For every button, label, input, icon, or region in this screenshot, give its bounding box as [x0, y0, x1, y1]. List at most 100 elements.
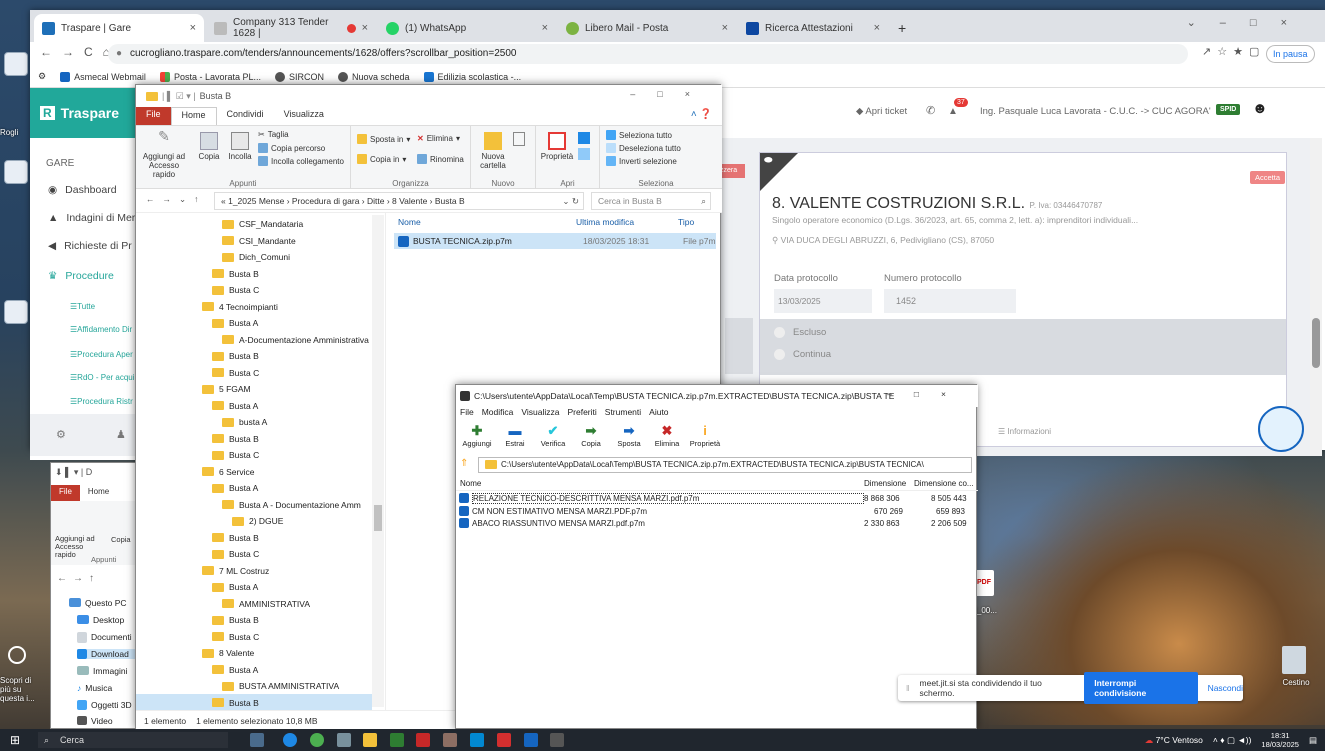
folder-tree-item[interactable]: Busta A — [136, 314, 372, 332]
rename-button[interactable]: Rinomina — [417, 154, 464, 164]
folder-tree-item[interactable]: Busta B — [136, 347, 372, 365]
scrollbar-thumb[interactable] — [374, 505, 382, 531]
folder-tree-item[interactable]: Dich_Comuni — [136, 248, 372, 266]
tab-file[interactable]: File — [136, 107, 171, 125]
task-view-icon[interactable] — [250, 733, 264, 747]
move-to-button[interactable]: Sposta in ▾ — [357, 134, 410, 144]
bookmark-sircon[interactable]: SIRCON — [274, 71, 324, 82]
folder-tree-item[interactable]: Busta C — [136, 628, 372, 646]
folder-tree-item[interactable]: 2) DGUE — [136, 512, 372, 530]
option-escluso[interactable]: Escluso — [774, 327, 826, 338]
open-icon[interactable] — [578, 132, 590, 144]
bookmark-edilizia[interactable]: Edilizia scolastica -... — [423, 71, 521, 82]
close-icon[interactable]: × — [874, 22, 880, 34]
folder-tree-item[interactable]: BUSTA AMMINISTRATIVA — [136, 677, 372, 695]
chrome-icon[interactable] — [310, 733, 324, 747]
folder-tree-item[interactable]: Busta C — [136, 281, 372, 299]
folder-tree-item[interactable]: Busta C — [136, 364, 372, 382]
tab-libero[interactable]: Libero Mail - Posta × — [558, 14, 736, 42]
menu-file[interactable]: File — [460, 407, 474, 423]
weather-widget[interactable]: ☁ 7°C Ventoso — [1145, 735, 1203, 746]
archive-row[interactable]: CM NON ESTIMATIVO MENSA MARZI.PDF.p7m 670… — [456, 505, 978, 517]
archive-path-input[interactable]: C:\Users\utente\AppData\Local\Temp\BUSTA… — [478, 457, 972, 473]
desktop-icon[interactable] — [4, 52, 28, 76]
col-type[interactable]: Tipo — [678, 217, 694, 227]
nav-documenti[interactable]: Documenti — [77, 632, 132, 643]
info-link[interactable]: ☰ Informazioni — [998, 427, 1051, 436]
num-field[interactable]: 1452 — [884, 289, 1016, 313]
col-date[interactable]: Ultima modifica — [576, 217, 634, 227]
folder-tree-item[interactable]: 8 Valente — [136, 644, 372, 662]
new-tab-button[interactable]: + — [890, 14, 914, 42]
pdf-file-icon[interactable]: PDF — [974, 570, 994, 596]
desktop-icon[interactable] — [4, 160, 28, 184]
close-icon[interactable]: × — [542, 22, 548, 34]
close-icon[interactable]: × — [190, 22, 196, 34]
app-icon[interactable] — [390, 733, 404, 747]
copy-button[interactable]: Copia — [196, 132, 222, 161]
help-icon[interactable]: ˄ ❓ — [691, 109, 712, 120]
cut-button[interactable]: ✂ Taglia — [258, 130, 289, 139]
folder-tree-item[interactable]: Busta B — [136, 693, 372, 710]
url-input[interactable]: ● cucrogliano.traspare.com/tenders/announ… — [108, 44, 1188, 64]
close-icon[interactable]: × — [722, 22, 728, 34]
folder-tree-item[interactable]: Busta A — [136, 479, 372, 497]
subnav-procedura-aperta[interactable]: ☰Procedura Aper — [70, 350, 133, 359]
ticket-link[interactable]: ◆ Apri ticket — [856, 106, 907, 117]
7zip-taskbar-icon[interactable] — [550, 733, 564, 747]
bookmark-nuova-scheda[interactable]: Nuova scheda — [338, 71, 410, 82]
folder-tree-item[interactable]: A-Documentazione Amministrativa — [136, 331, 372, 349]
folder-tree-item[interactable]: 6 Service — [136, 463, 372, 481]
folder-tree-item[interactable]: CSF_Mandataria — [136, 215, 372, 233]
accept-button[interactable]: Accetta — [1250, 171, 1286, 184]
folder-tree-item[interactable]: 4 Tecnoimpianti — [136, 298, 372, 316]
tab-home[interactable]: Home — [170, 107, 217, 125]
subnav-affidamento[interactable]: ☰Affidamento Dir — [70, 325, 132, 334]
folder-tree-item[interactable]: Busta B — [136, 529, 372, 547]
tray-icons[interactable]: ˄ ♦ ▢ ◄)) — [1213, 735, 1252, 746]
properties-button[interactable]: Proprietà — [540, 132, 574, 161]
window-controls[interactable]: –□× — [887, 389, 968, 399]
window-controls[interactable]: ⌄–□× — [1187, 16, 1311, 29]
folder-tree-item[interactable]: Busta A — [136, 578, 372, 596]
taskbar-search[interactable]: ⌕ Cerca — [38, 732, 228, 748]
tab-ricerca[interactable]: Ricerca Attestazioni × — [738, 14, 888, 42]
edit-icon[interactable] — [578, 148, 590, 160]
info-button[interactable]: i Proprietà — [686, 423, 724, 455]
search-input[interactable]: Cerca in Busta B ⌕ — [591, 192, 711, 210]
tab-visualizza[interactable]: Visualizza — [274, 107, 334, 125]
drag-handle-icon[interactable]: ‖ — [906, 683, 910, 693]
col-packed[interactable]: Dimensione co... — [914, 479, 974, 488]
move-button[interactable]: ➡ Sposta — [610, 423, 648, 455]
delete-button[interactable]: ✖ Elimina — [648, 423, 686, 455]
paste-link-button[interactable]: Incolla collegamento — [258, 156, 344, 166]
windows-start-icon[interactable]: ⊞ — [10, 733, 20, 747]
folder-tree-item[interactable]: Busta C — [136, 545, 372, 563]
copy-to-button[interactable]: Copia in ▾ — [357, 154, 406, 164]
folder-tree-item[interactable]: Busta C — [136, 446, 372, 464]
col-name[interactable]: Nome — [460, 479, 481, 488]
file-explorer-icon[interactable] — [363, 733, 377, 747]
browser-action-icons[interactable]: ↗☆★▢ — [1202, 45, 1265, 58]
app-icon[interactable] — [443, 733, 457, 747]
date-field[interactable]: 13/03/2025 — [774, 289, 872, 313]
window-controls[interactable]: –□× — [630, 89, 712, 99]
spotlight-icon[interactable] — [8, 646, 26, 664]
folder-tree-item[interactable]: Busta A - Documentazione Amm — [136, 496, 372, 514]
nav-questo-pc[interactable]: Questo PC — [69, 598, 127, 608]
menu-strumenti[interactable]: Strumenti — [605, 407, 641, 423]
assistant-avatar[interactable] — [1258, 406, 1304, 452]
col-size[interactable]: Dimensione — [864, 479, 906, 488]
menu-preferiti[interactable]: Preferiti — [567, 407, 596, 423]
folder-tree-item[interactable]: busta A — [136, 413, 372, 431]
scrollbar-thumb[interactable] — [1312, 318, 1320, 368]
tab-home[interactable]: Home — [80, 485, 117, 501]
folder-tree-item[interactable]: 5 FGAM — [136, 380, 372, 398]
test-button[interactable]: ✔ Verifica — [534, 423, 572, 455]
page-scrollbar[interactable] — [1310, 138, 1322, 456]
folder-tree-item[interactable]: Busta B — [136, 430, 372, 448]
calculator-icon[interactable] — [337, 733, 351, 747]
clock[interactable]: 18:31 18/03/2025 — [1261, 731, 1299, 749]
stop-sharing-button[interactable]: Interrompi condivisione — [1084, 672, 1198, 704]
desktop-icon[interactable] — [4, 300, 28, 324]
